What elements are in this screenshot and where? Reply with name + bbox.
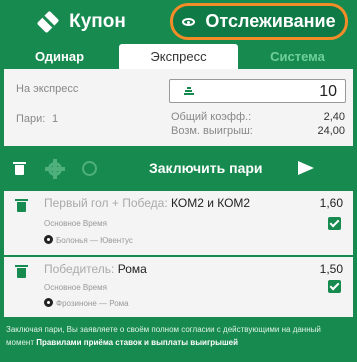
bet-item: Победитель: Рома 1,50 Основное Время Фро… [0, 257, 357, 317]
tab-express[interactable]: Экспресс [119, 44, 238, 69]
possible-win-value: 24,00 [317, 125, 345, 137]
stake-amount-icon[interactable] [184, 87, 194, 96]
bet-selection: Рома [117, 262, 147, 276]
tab-coupon[interactable]: Купон [0, 0, 167, 44]
pairs-count: 1 [52, 113, 59, 125]
coin-icon [81, 161, 97, 176]
place-bet-label: Заключить пари [149, 160, 263, 176]
total-coeff-value: 2,40 [323, 111, 345, 123]
top-bar: Купон Отслеживание [0, 0, 357, 44]
place-bet-button[interactable]: Заключить пари [108, 146, 357, 191]
express-stake-label: На экспресс [16, 83, 79, 95]
eye-icon [182, 17, 196, 26]
bet-market-label: Победитель: [44, 262, 115, 276]
send-icon [298, 161, 314, 175]
actions-bar: Заключить пари [0, 146, 357, 191]
bet-type-tabs: Одинар Экспресс Система [0, 44, 357, 69]
gear-icon [45, 158, 65, 179]
stake-input[interactable]: 10 [169, 79, 346, 103]
tab-system[interactable]: Система [238, 44, 357, 69]
bet-market: Первый гол + Победа: КОМ2 и КОМ2 [44, 196, 250, 210]
football-icon [44, 235, 53, 244]
bet-period: Основное Время [44, 283, 107, 292]
bet-checkbox[interactable] [328, 217, 341, 230]
tab-tracking-label: Отслеживание [205, 11, 336, 31]
bet-odds: 1,60 [319, 196, 343, 210]
bet-checkbox[interactable] [328, 280, 341, 293]
possible-win-label: Возм. выигрыш: [171, 125, 253, 137]
bet-market-label: Первый гол + Победа: [44, 196, 168, 210]
total-coeff-label: Общий коэфф.: [171, 111, 252, 123]
tab-tracking[interactable]: Отслеживание [170, 3, 348, 40]
bet-selection: КОМ2 и КОМ2 [171, 196, 251, 210]
ticket-icon [36, 10, 60, 34]
bonus-button[interactable] [72, 146, 106, 191]
pairs-label: Пари: [16, 113, 46, 125]
bet-teams: Фрозиноне — Рома [56, 299, 129, 308]
bet-period: Основное Время [44, 219, 107, 228]
rules-link[interactable]: Правилами приёма ставок и выплаты выигры… [36, 338, 238, 347]
settings-button[interactable] [38, 146, 72, 191]
terms-footer: Заключая пари, Вы заявляете о своём полн… [0, 317, 357, 362]
bet-item: Первый гол + Победа: КОМ2 и КОМ2 1,60 Ос… [0, 191, 357, 255]
express-summary: На экспресс 10 Пари: 1 Общий коэфф.: 2,4… [0, 69, 357, 146]
trash-icon [12, 162, 26, 175]
bet-teams: Болонья — Ювентус [56, 236, 133, 245]
football-icon [44, 298, 53, 307]
stake-input-value: 10 [319, 83, 337, 100]
bet-market: Победитель: Рома [44, 262, 147, 276]
delete-all-button[interactable] [2, 146, 36, 191]
tab-coupon-label: Купон [69, 11, 126, 32]
tab-single[interactable]: Одинар [0, 44, 119, 69]
bet-odds: 1,50 [319, 262, 343, 276]
